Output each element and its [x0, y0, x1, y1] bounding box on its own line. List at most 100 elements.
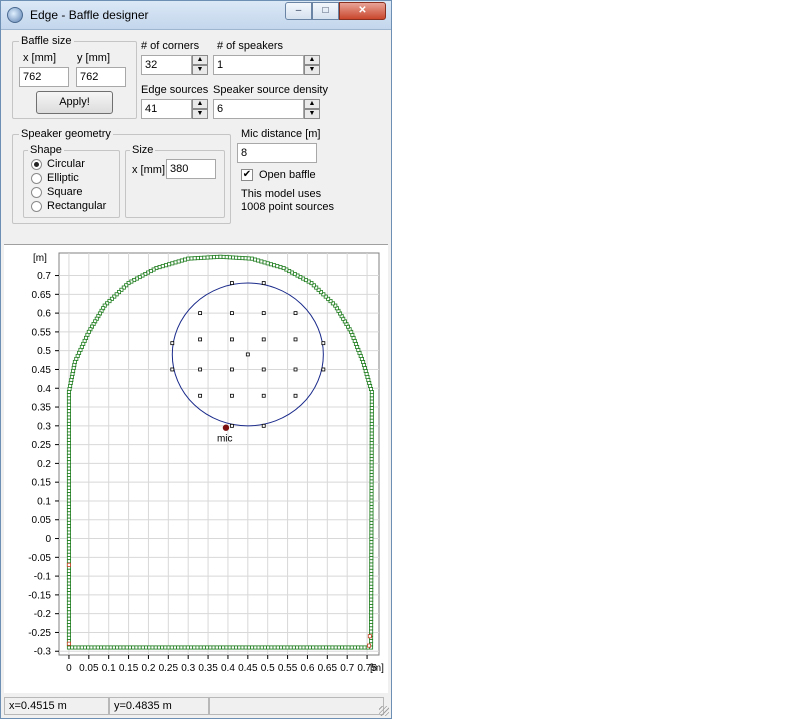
shape-square-radio[interactable] [31, 187, 42, 198]
mic-marker[interactable] [222, 424, 230, 431]
edge-source-point [66, 393, 71, 398]
app-icon[interactable] [7, 7, 23, 23]
edge-sources-spinner[interactable]: 41 ▲ ▼ [141, 99, 208, 119]
edge-source-point [343, 645, 348, 650]
speaker-source-point [198, 393, 203, 398]
speaker-source-point [198, 337, 203, 342]
edge-source-point [66, 584, 71, 589]
shape-rectangular-radio[interactable] [31, 201, 42, 212]
edge-source-point [369, 431, 374, 436]
edge-sources-down-icon[interactable]: ▼ [192, 109, 208, 119]
corners-input[interactable]: 32 [141, 55, 192, 75]
open-baffle-checkbox[interactable]: ✔ [241, 169, 253, 181]
edge-source-point [73, 645, 78, 650]
edge-source-point [369, 476, 374, 481]
edge-source-point [298, 645, 303, 650]
edge-source-point [66, 517, 71, 522]
edge-source-point [324, 645, 329, 650]
speakers-input[interactable]: 1 [213, 55, 304, 75]
maximize-button[interactable]: □ [312, 2, 339, 20]
edge-sources-input[interactable]: 41 [141, 99, 192, 119]
baffle-y-input[interactable]: 762 [76, 67, 126, 87]
edge-source-point [346, 645, 351, 650]
shape-elliptic-label[interactable]: Elliptic [47, 172, 79, 184]
speakers-spinner[interactable]: 1 ▲ ▼ [213, 55, 320, 75]
density-up-icon[interactable]: ▲ [304, 99, 320, 109]
resize-grip-icon[interactable] [379, 706, 389, 716]
corners-spinner[interactable]: 32 ▲ ▼ [141, 55, 208, 75]
shape-circular-label[interactable]: Circular [47, 158, 85, 170]
edge-source-point [172, 645, 177, 650]
close-button[interactable]: ✕ [339, 2, 386, 20]
edge-source-point [66, 581, 71, 586]
edge-source-point [160, 264, 165, 269]
edge-source-point [66, 619, 71, 624]
edge-source-point [66, 457, 71, 462]
edge-source-point [170, 261, 175, 266]
edge-sources-up-icon[interactable]: ▲ [192, 99, 208, 109]
edge-source-point [66, 556, 71, 561]
edge-source-point [349, 645, 354, 650]
y-tick-label: 0.2 [37, 459, 51, 470]
y-tick-label: 0.45 [32, 365, 52, 376]
edge-source-point [66, 607, 71, 612]
edge-source-point [262, 260, 267, 265]
edge-source-point [89, 645, 94, 650]
baffle-plot-svg[interactable]: 0 0.05 0.1 0.15 0.2 0.25 0.3 0.35 0.4 0.45 0.5 0.55… [4, 245, 388, 693]
speakers-up-icon[interactable]: ▲ [304, 55, 320, 65]
apply-button[interactable]: Apply! [36, 91, 113, 114]
edge-source-point [208, 255, 213, 260]
baffle-plot[interactable]: 0 0.05 0.1 0.15 0.2 0.25 0.3 0.35 0.4 0.45 0.5 0.55… [4, 244, 388, 693]
edge-source-point [169, 645, 174, 650]
edge-source-point [189, 645, 194, 650]
x-tick-label: 0.65 [318, 663, 338, 674]
y-tick-label: -0.1 [34, 572, 52, 583]
open-baffle-label[interactable]: Open baffle [259, 169, 316, 181]
x-tick-label: 0.6 [300, 663, 314, 674]
edge-source-point [195, 645, 200, 650]
shape-elliptic-radio[interactable] [31, 173, 42, 184]
title-bar[interactable]: Edge - Baffle designer – □ ✕ [1, 1, 391, 30]
y-tick-label: 0.35 [32, 403, 52, 414]
density-spinner[interactable]: 6 ▲ ▼ [213, 99, 320, 119]
edge-source-point [253, 645, 258, 650]
edge-source-point [369, 572, 374, 577]
edge-source-point [221, 645, 226, 650]
edge-source-point [66, 635, 71, 640]
shape-rectangular-label[interactable]: Rectangular [47, 200, 106, 212]
corners-down-icon[interactable]: ▼ [192, 65, 208, 75]
y-tick-label: 0.5 [37, 346, 51, 357]
speakers-down-icon[interactable]: ▼ [304, 65, 320, 75]
edge-source-point [92, 645, 97, 650]
mic-distance-input[interactable]: 8 [237, 143, 317, 163]
edge-source-point [320, 645, 325, 650]
edge-source-point [66, 425, 71, 430]
size-x-input[interactable]: 380 [166, 159, 216, 179]
corners-up-icon[interactable]: ▲ [192, 55, 208, 65]
edge-source-point [218, 254, 223, 259]
edge-source-point [369, 498, 374, 503]
edge-source-point [256, 258, 261, 263]
edge-source-point [352, 645, 357, 650]
edge-source-point [66, 498, 71, 503]
speaker-source-point [321, 367, 326, 372]
x-tick-label: 0.55 [278, 663, 298, 674]
edge-source-point [173, 260, 178, 265]
density-input[interactable]: 6 [213, 99, 304, 119]
edge-source-point [272, 263, 277, 268]
edge-source-point [66, 524, 71, 529]
minimize-button[interactable]: – [285, 2, 312, 20]
edge-source-point [369, 543, 374, 548]
shape-circular-radio[interactable] [31, 159, 42, 170]
edge-source-point [275, 264, 280, 269]
edge-source-point [66, 546, 71, 551]
edge-source-point [66, 453, 71, 458]
density-down-icon[interactable]: ▼ [304, 109, 320, 119]
edge-source-point [259, 645, 264, 650]
edge-source-point [66, 501, 71, 506]
edge-source-point [66, 447, 71, 452]
shape-square-label[interactable]: Square [47, 186, 82, 198]
baffle-x-input[interactable]: 762 [19, 67, 69, 87]
edge-source-point [243, 645, 248, 650]
edge-source-point [369, 428, 374, 433]
